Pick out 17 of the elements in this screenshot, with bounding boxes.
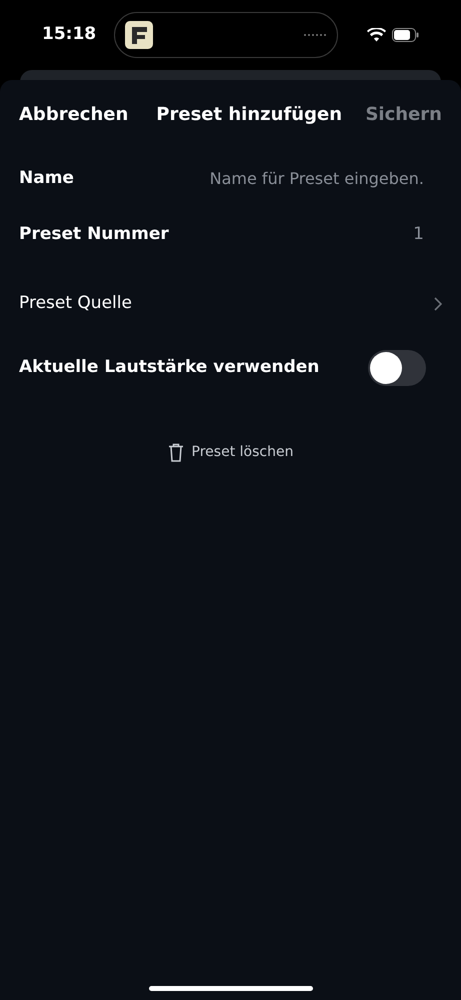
toggle-switch[interactable] <box>368 350 426 386</box>
cancel-button[interactable]: Abbrechen <box>19 100 128 128</box>
trash-icon <box>168 443 184 462</box>
wifi-icon <box>367 28 386 42</box>
app-icon <box>124 21 152 49</box>
number-input-field[interactable]: 1 <box>364 222 424 248</box>
chevron-right-icon <box>434 297 442 311</box>
toggle-label: Aktuelle Lautstärke verwenden <box>19 356 320 380</box>
row-label: Preset Quelle <box>19 292 132 316</box>
field-label: Preset Nummer <box>19 223 169 246</box>
source-row[interactable]: Preset Quelle <box>19 264 442 344</box>
delete-button[interactable]: Preset löschen <box>168 442 294 463</box>
battery-icon <box>392 28 419 42</box>
sheet-title: Preset hinzufügen <box>156 102 342 126</box>
field-label: Name <box>19 167 74 190</box>
dots-icon <box>302 33 326 37</box>
name-input-field[interactable]: Name für Preset eingeben. <box>174 167 424 191</box>
